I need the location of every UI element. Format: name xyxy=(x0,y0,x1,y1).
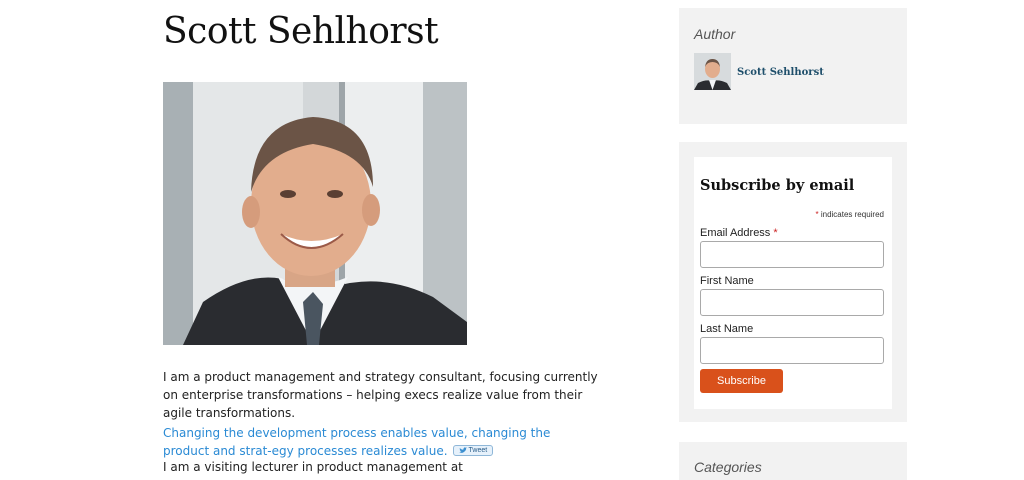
bio-text: I am a product management and strategy c… xyxy=(163,370,598,420)
author-widget-title: Author xyxy=(694,26,736,42)
subscribe-form: Subscribe by email * indicates required … xyxy=(694,157,892,409)
page-title: Scott Sehlhorst xyxy=(163,11,439,52)
subscribe-widget: Subscribe by email * indicates required … xyxy=(679,142,907,422)
email-required-star: * xyxy=(773,227,778,239)
email-field[interactable] xyxy=(700,241,884,268)
subscribe-title: Subscribe by email xyxy=(700,177,855,194)
profile-photo xyxy=(163,82,467,345)
tweet-label: Tweet xyxy=(468,446,488,454)
categories-title: Categories xyxy=(694,459,762,475)
author-avatar[interactable] xyxy=(694,53,731,90)
subscribe-button[interactable]: Subscribe xyxy=(700,369,783,393)
first-name-label: First Name xyxy=(700,275,754,287)
required-note-text: indicates required xyxy=(820,210,884,219)
last-name-field[interactable] xyxy=(700,337,884,364)
lecturer-text: I am a visiting lecturer in product mana… xyxy=(163,460,463,474)
bird-icon xyxy=(458,447,467,453)
tweetable-quote-link[interactable]: Changing the development process enables… xyxy=(163,424,593,460)
author-name-link[interactable]: Scott Sehlhorst xyxy=(737,67,824,78)
tweet-button[interactable]: Tweet xyxy=(452,445,494,456)
categories-widget: Categories xyxy=(679,442,907,480)
required-note: * indicates required xyxy=(815,210,884,219)
email-label-text: Email Address xyxy=(700,227,771,239)
first-name-field[interactable] xyxy=(700,289,884,316)
author-widget: Author Scott Sehlhorst xyxy=(679,8,907,124)
last-name-label: Last Name xyxy=(700,323,754,335)
required-star: * xyxy=(815,210,819,219)
email-label: Email Address * xyxy=(700,227,778,239)
